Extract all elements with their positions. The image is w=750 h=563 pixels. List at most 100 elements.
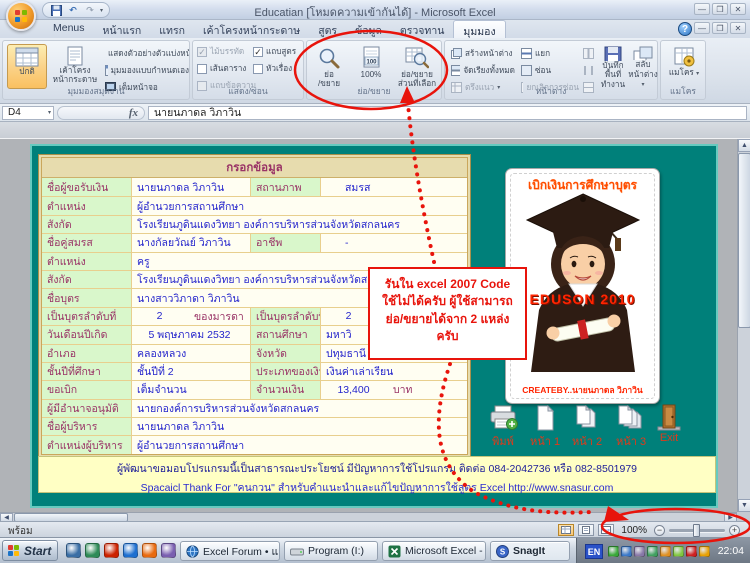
form-label-cell[interactable]: ชื่อผู้บริหาร xyxy=(42,418,132,436)
tray-7-icon[interactable] xyxy=(686,545,697,557)
name-box[interactable]: D4 ▾ xyxy=(2,105,54,120)
status-page-layout-button[interactable] xyxy=(578,524,595,536)
tray-3-icon[interactable] xyxy=(634,545,645,557)
tray-2-icon[interactable] xyxy=(621,545,632,557)
form-value-cell[interactable]: ผู้อำนวยการสถานศึกษา xyxy=(132,197,467,215)
vertical-scrollbar[interactable]: ▲ ▼ xyxy=(737,139,750,512)
workbook-minimize-button[interactable]: — xyxy=(694,22,710,34)
form-value-cell[interactable]: โรงเรียนภูดินแดงวิทยา องค์การบริหารส่วนจ… xyxy=(132,215,467,234)
close-button[interactable]: ✕ xyxy=(730,3,746,15)
form-value-cell[interactable]: นายกองค์การบริหารส่วนจังหวัดสกลนคร xyxy=(132,399,467,418)
checkbox-หัวเรื่อง[interactable]: หัวเรื่อง xyxy=(253,61,296,76)
form-value-cell[interactable]: นายนภาดล วิภาวิน xyxy=(132,178,251,197)
horizontal-scrollbar[interactable]: ◀ ▶ xyxy=(0,512,737,522)
zoom-button[interactable]: ย่อ/ขยาย xyxy=(310,44,348,89)
tab-menus[interactable]: Menus xyxy=(44,20,94,38)
form-value-cell[interactable]: 5 พฤษภาคม 2532 xyxy=(132,326,251,344)
scroll-down-icon[interactable]: ▼ xyxy=(738,499,750,512)
form-label-cell[interactable]: สังกัด xyxy=(42,270,132,289)
vertical-scroll-thumb[interactable] xyxy=(738,153,750,328)
form-value-cell[interactable]: นายนภาดล วิภาวิน xyxy=(132,418,467,436)
office-button-icon[interactable] xyxy=(6,1,36,31)
zoom-slider-thumb[interactable] xyxy=(693,523,700,537)
form-value-cell[interactable]: 2 ของมารดา xyxy=(132,307,251,326)
tab-home[interactable]: หน้าแรก xyxy=(94,20,151,38)
form-label-cell[interactable]: สังกัด xyxy=(42,215,132,234)
tab-data[interactable]: ข้อมูล xyxy=(346,20,391,38)
form-value-cell[interactable]: เงินค่าเล่าเรียน xyxy=(321,362,467,381)
tab-view[interactable]: มุมมอง xyxy=(453,20,506,38)
form-label-cell[interactable]: ตำแหน่ง xyxy=(42,197,132,215)
tab-page-layout[interactable]: เค้าโครงหน้ากระดาษ xyxy=(194,20,309,38)
macro-button[interactable]: แมโคร ▾ xyxy=(665,44,703,89)
tray-1-icon[interactable] xyxy=(608,545,619,557)
form-label-cell[interactable]: ชื่อคู่สมรส xyxy=(42,234,132,252)
synchronous-scrolling-button[interactable] xyxy=(581,63,595,78)
form-label-cell[interactable]: จังหวัด xyxy=(251,344,321,362)
tray-4-icon[interactable] xyxy=(647,545,658,557)
tray-6-icon[interactable] xyxy=(673,545,684,557)
status-normal-view-button[interactable] xyxy=(558,524,575,536)
form-label-cell[interactable]: อำเภอ xyxy=(42,344,132,362)
form-value-cell[interactable]: เต็มจำนวน xyxy=(132,381,251,399)
form-label-cell[interactable]: ขอเบิก xyxy=(42,381,132,399)
normal-view-button[interactable]: ปกติ xyxy=(7,44,47,89)
zoom-in-icon[interactable]: + xyxy=(729,524,740,536)
insert-function-icon[interactable]: fx xyxy=(129,107,138,119)
quick-launch-4-icon[interactable] xyxy=(123,543,138,558)
form-value-cell[interactable]: คลองหลวง xyxy=(132,344,251,362)
help-icon[interactable]: ? xyxy=(678,22,692,36)
quick-launch-1-icon[interactable] xyxy=(66,543,81,558)
page-break-preview-button[interactable]: แสดงตัวอย่างตัวแบ่งหน้า xyxy=(103,46,189,61)
zoom-100-button[interactable]: 100 100% xyxy=(351,44,391,89)
zoom-out-icon[interactable]: − xyxy=(654,524,665,536)
form-value-cell[interactable]: ชั้นปีที่ 2 xyxy=(132,362,251,381)
restore-button[interactable]: ❐ xyxy=(712,3,728,15)
status-page-break-button[interactable] xyxy=(598,524,615,536)
view-side-by-side-button[interactable] xyxy=(581,46,595,61)
page-layout-view-button[interactable]: เค้าโครง หน้ากระดาษ xyxy=(50,44,100,89)
quick-launch-6-icon[interactable] xyxy=(161,543,176,558)
form-value-cell[interactable]: สมรส xyxy=(321,178,467,197)
quick-launch-3-icon[interactable] xyxy=(104,543,119,558)
quick-launch-5-icon[interactable] xyxy=(142,543,157,558)
new-window-button[interactable]: สร้างหน้าต่าง xyxy=(449,46,515,61)
form-value-cell[interactable]: ผู้อำนวยการสถานศึกษา xyxy=(132,436,467,454)
language-indicator[interactable]: EN xyxy=(585,543,603,559)
quick-launch-2-icon[interactable] xyxy=(85,543,100,558)
form-label-cell[interactable]: ชั้นปีที่ศึกษา xyxy=(42,362,132,381)
save-workspace-button[interactable]: บันทึกพื้นที่ ทำงาน xyxy=(597,44,629,89)
tray-8-icon[interactable] xyxy=(699,545,710,557)
arrange-all-button[interactable]: จัดเรียงทั้งหมด xyxy=(449,63,515,78)
tab-review[interactable]: ตรวจทาน xyxy=(391,20,454,38)
formula-input[interactable]: นายนภาดล วิภาวิน xyxy=(148,105,747,120)
panel-button-หน้า 2[interactable]: หน้า 2 xyxy=(562,403,612,450)
form-label-cell[interactable]: วันเดือนปีเกิด xyxy=(42,326,132,344)
switch-windows-button[interactable]: สลับ หน้าต่าง ▾ xyxy=(628,44,658,89)
form-label-cell[interactable]: เป็นบุตรลำดับที่ xyxy=(42,307,132,326)
form-label-cell[interactable]: ตำแหน่งผู้บริหาร xyxy=(42,436,132,454)
form-label-cell[interactable]: สถานศึกษา xyxy=(251,326,321,344)
panel-button-Exit[interactable]: Exit xyxy=(644,403,694,444)
zoom-to-selection-button[interactable]: ย่อ/ขยาย ส่วนที่เลือก xyxy=(394,44,440,89)
form-label-cell[interactable]: ชื่อบุตร xyxy=(42,289,132,307)
tab-formulas[interactable]: สูตร xyxy=(309,20,346,38)
taskbar-button-2[interactable]: Program (I:) xyxy=(284,541,378,561)
taskbar-button-4[interactable]: S SnagIt xyxy=(490,541,570,561)
tab-insert[interactable]: แทรก xyxy=(150,20,194,38)
custom-views-button[interactable]: มุมมองแบบกำหนดเอง xyxy=(103,63,189,78)
form-value-cell[interactable]: 13,400 บาท xyxy=(321,381,467,399)
form-label-cell[interactable]: อาชีพ xyxy=(251,234,321,252)
form-value-cell[interactable]: - xyxy=(321,234,467,252)
tray-5-icon[interactable] xyxy=(660,545,671,557)
checkbox-แถบสูตร[interactable]: ✓ แถบสูตร xyxy=(253,44,296,59)
form-label-cell[interactable]: จำนวนเงิน xyxy=(251,381,321,399)
checkbox-ไม้บรรทัด[interactable]: ✓ ไม้บรรทัด xyxy=(197,44,256,59)
scroll-up-icon[interactable]: ▲ xyxy=(738,139,750,152)
workbook-close-button[interactable]: ✕ xyxy=(730,22,746,34)
split-button[interactable]: แยก xyxy=(519,46,579,61)
start-button[interactable]: Start xyxy=(2,540,58,561)
form-label-cell[interactable]: ตำแหน่ง xyxy=(42,252,132,270)
minimize-button[interactable]: — xyxy=(694,3,710,15)
taskbar-button-3[interactable]: Microsoft Excel - Ed... xyxy=(382,541,486,561)
